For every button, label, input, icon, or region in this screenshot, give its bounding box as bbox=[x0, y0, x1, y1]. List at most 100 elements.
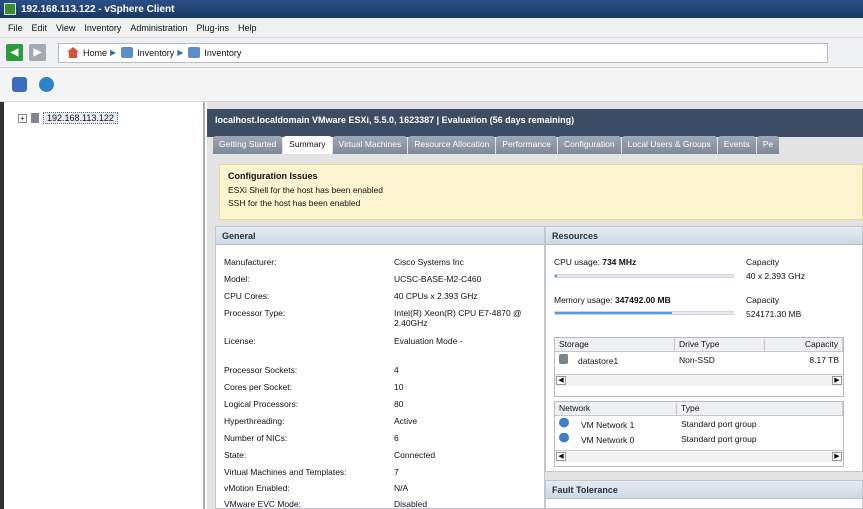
forward-button[interactable]: ▶ bbox=[29, 44, 46, 61]
datastore-name: datastore1 bbox=[578, 355, 619, 366]
table-row[interactable]: VM Network 0 Standard port group bbox=[555, 431, 843, 446]
resources-panel: Resources CPU usage: 734 MHz Capacity 40… bbox=[545, 226, 863, 472]
general-key: Processor Sockets: bbox=[224, 365, 298, 375]
inventory-icon bbox=[121, 47, 134, 58]
menu-administration[interactable]: Administration bbox=[130, 23, 187, 33]
general-key: Model: bbox=[224, 274, 250, 284]
scroll-left-icon[interactable]: ◀ bbox=[556, 376, 566, 385]
resources-title: Resources bbox=[546, 227, 862, 245]
general-panel: General Manufacturer: Cisco Systems Inc M… bbox=[215, 226, 545, 509]
general-row: License: Evaluation Mode - bbox=[224, 336, 524, 346]
network-name: VM Network 1 bbox=[581, 419, 635, 430]
menu-edit[interactable]: Edit bbox=[32, 23, 48, 33]
storage-grid: Storage Drive Type Capacity datastore1 N… bbox=[554, 337, 844, 397]
general-title: General bbox=[216, 227, 544, 245]
general-row: Cores per Socket: 10 bbox=[224, 382, 524, 392]
config-issue-message: ESXi Shell for the host has been enabled bbox=[228, 185, 383, 195]
menu-plugins[interactable]: Plug-ins bbox=[196, 23, 229, 33]
network-type: Standard port group bbox=[681, 418, 757, 429]
drive-type-column-header[interactable]: Drive Type bbox=[675, 338, 765, 351]
host-detail-pane: localhost.localdomain VMware ESXi, 5.5.0… bbox=[207, 102, 863, 509]
general-value: 7 bbox=[394, 467, 399, 477]
tab-events[interactable]: Events bbox=[717, 136, 756, 154]
configuration-issues-panel: Configuration Issues ESXi Shell for the … bbox=[219, 164, 863, 220]
storage-horizontal-scrollbar[interactable]: ◀ ▶ bbox=[555, 374, 843, 386]
general-value: 10 bbox=[394, 382, 404, 392]
menu-inventory[interactable]: Inventory bbox=[84, 23, 121, 33]
general-key: Hyperthreading: bbox=[224, 416, 285, 426]
tab-strip: Getting Started Summary Virtual Machines… bbox=[213, 136, 863, 154]
tab-summary[interactable]: Summary bbox=[283, 136, 332, 154]
tree-item-label[interactable]: 192.168.113.122 bbox=[43, 112, 118, 124]
general-value: 40 CPUs x 2.393 GHz bbox=[394, 291, 478, 301]
cpu-capacity-label: Capacity bbox=[746, 257, 780, 267]
general-key: VMware EVC Mode: bbox=[224, 499, 301, 509]
storage-grid-header: Storage Drive Type Capacity bbox=[555, 338, 843, 352]
general-value: Cisco Systems Inc bbox=[394, 257, 464, 267]
scroll-right-icon[interactable]: ▶ bbox=[832, 376, 842, 385]
scroll-left-icon[interactable]: ◀ bbox=[556, 452, 566, 461]
general-row: CPU Cores: 40 CPUs x 2.393 GHz bbox=[224, 291, 524, 301]
datastore-capacity: 8.17 TB bbox=[809, 354, 839, 365]
scroll-right-icon[interactable]: ▶ bbox=[832, 452, 842, 461]
fault-tolerance-panel: Fault Tolerance bbox=[545, 480, 863, 509]
cpu-usage-bar bbox=[554, 274, 734, 278]
general-value: 80 bbox=[394, 399, 404, 409]
general-value: Disabled bbox=[394, 499, 428, 509]
window-titlebar: 192.168.113.122 - vSphere Client bbox=[0, 0, 863, 18]
tab-getting-started[interactable]: Getting Started bbox=[213, 136, 283, 154]
network-grid: Network Type VM Network 1 Standard port … bbox=[554, 401, 844, 467]
breadcrumb-inventory-2[interactable]: Inventory bbox=[204, 48, 241, 58]
inventory-icon bbox=[188, 47, 201, 58]
general-row: Processor Type: Intel(R) Xeon(R) CPU E7-4… bbox=[224, 308, 524, 328]
expand-icon[interactable]: + bbox=[18, 113, 27, 123]
tab-permissions[interactable]: Pe bbox=[756, 136, 780, 154]
refresh-icon[interactable] bbox=[39, 77, 54, 92]
general-key: vMotion Enabled: bbox=[224, 483, 290, 493]
general-row: vMotion Enabled: N/A bbox=[224, 483, 524, 493]
breadcrumb-separator-icon: ▶ bbox=[177, 48, 184, 57]
tab-resource-allocation[interactable]: Resource Allocation bbox=[408, 136, 496, 154]
tab-virtual-machines[interactable]: Virtual Machines bbox=[332, 136, 408, 154]
tab-configuration[interactable]: Configuration bbox=[558, 136, 621, 154]
fault-tolerance-title: Fault Tolerance bbox=[546, 481, 862, 499]
type-column-header[interactable]: Type bbox=[677, 402, 843, 415]
tree-item-host[interactable]: + 192.168.113.122 bbox=[4, 102, 203, 124]
general-key: State: bbox=[224, 450, 247, 460]
network-grid-header: Network Type bbox=[555, 402, 843, 416]
table-row[interactable]: datastore1 Non-SSD 8.17 TB bbox=[555, 352, 843, 367]
general-key: Number of NICs: bbox=[224, 433, 288, 443]
inventory-tree: + 192.168.113.122 bbox=[0, 102, 205, 509]
general-key: Virtual Machines and Templates: bbox=[224, 467, 347, 477]
general-value: Intel(R) Xeon(R) CPU E7-4870 @ 2.40GHz bbox=[394, 308, 522, 328]
general-row: Hyperthreading: Active bbox=[224, 416, 524, 426]
menu-help[interactable]: Help bbox=[238, 23, 257, 33]
back-button[interactable]: ◀ bbox=[6, 44, 23, 61]
datastore-drive-type: Non-SSD bbox=[679, 354, 715, 365]
memory-usage: Memory usage: 347492.00 MB bbox=[554, 295, 671, 305]
tab-local-users-groups[interactable]: Local Users & Groups bbox=[621, 136, 717, 154]
general-row: Model: UCSC-BASE-M2-C460 bbox=[224, 274, 524, 284]
window-title: 192.168.113.122 - vSphere Client bbox=[21, 3, 175, 15]
menu-file[interactable]: File bbox=[8, 23, 23, 33]
tab-performance[interactable]: Performance bbox=[496, 136, 558, 154]
breadcrumb-home[interactable]: Home bbox=[83, 48, 107, 58]
breadcrumb-inventory-1[interactable]: Inventory bbox=[137, 48, 174, 58]
general-key: Cores per Socket: bbox=[224, 382, 293, 392]
network-horizontal-scrollbar[interactable]: ◀ ▶ bbox=[555, 450, 843, 462]
network-column-header[interactable]: Network bbox=[555, 402, 677, 415]
capacity-column-header[interactable]: Capacity bbox=[765, 338, 843, 351]
general-key: Logical Processors: bbox=[224, 399, 299, 409]
configuration-issues-title: Configuration Issues bbox=[228, 171, 318, 181]
memory-capacity-value: 524171.30 MB bbox=[746, 309, 802, 319]
general-row: Manufacturer: Cisco Systems Inc bbox=[224, 257, 524, 267]
general-value: Active bbox=[394, 416, 418, 426]
general-key: License: bbox=[224, 336, 256, 346]
general-row: State: Connected bbox=[224, 450, 524, 460]
new-vm-icon[interactable] bbox=[12, 77, 27, 92]
general-row: VMware EVC Mode: Disabled bbox=[224, 499, 524, 509]
cpu-usage-bar-fill bbox=[555, 275, 557, 277]
menu-view[interactable]: View bbox=[56, 23, 75, 33]
table-row[interactable]: VM Network 1 Standard port group bbox=[555, 416, 843, 431]
storage-column-header[interactable]: Storage bbox=[555, 338, 675, 351]
